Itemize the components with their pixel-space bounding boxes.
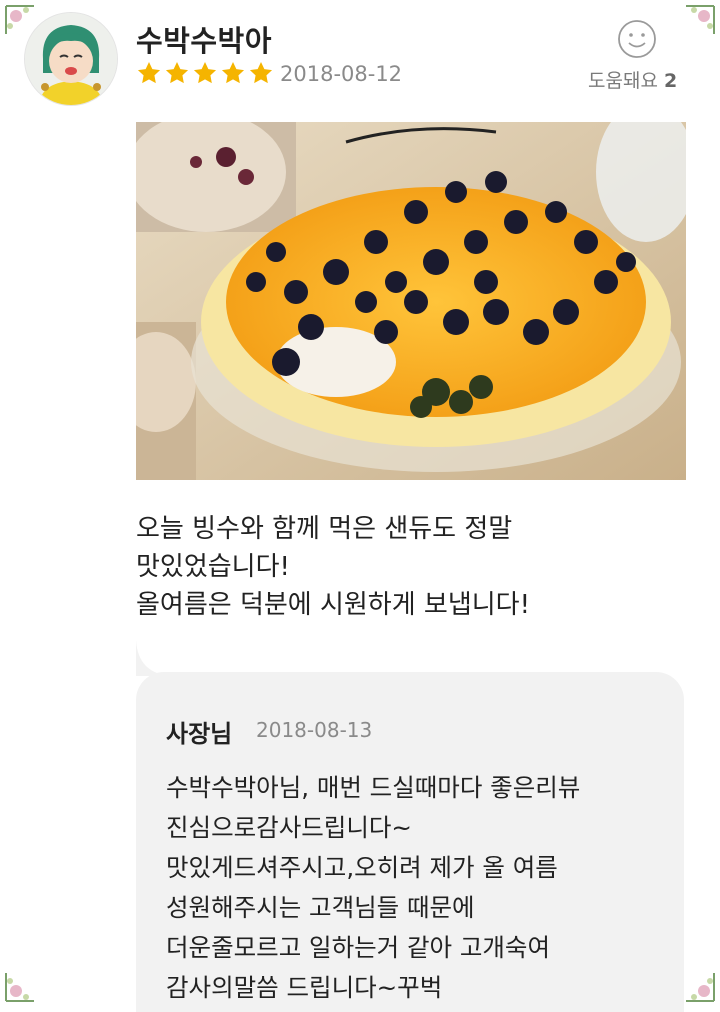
review-text: 오늘 빙수와 함께 먹은 샌듀도 정말 맛있었습니다! 올여름은 덕분에 시원하… — [136, 510, 696, 624]
flower-corner-icon — [680, 967, 716, 1003]
avatar-character-icon — [25, 13, 117, 105]
review-text-line: 올여름은 덕분에 시원하게 보냅니다! — [136, 590, 531, 620]
star-icon — [248, 60, 274, 86]
helpful-count: 2 — [663, 70, 678, 92]
reply-author: 사장님 — [166, 720, 233, 748]
reply-text-line: 진심으로감사드립니다~ — [166, 813, 412, 842]
star-icon — [164, 60, 190, 86]
reply-bubble-tail — [136, 640, 176, 676]
reply-text-line: 맛있게드셔주시고,오히려 제가 올 여름 — [166, 853, 558, 882]
smiley-icon[interactable] — [616, 18, 658, 60]
review-date: 2018-08-12 — [280, 62, 403, 86]
review-photo[interactable] — [136, 122, 686, 480]
star-icon — [192, 60, 218, 86]
reply-text-line: 성원해주시는 고객님들 때문에 — [166, 893, 475, 922]
star-icon — [136, 60, 162, 86]
reply-text-line: 더운줄모르고 일하는거 같아 고개숙여 — [166, 933, 551, 962]
flower-corner-icon — [680, 4, 716, 40]
avatar[interactable] — [24, 12, 118, 106]
review-text-line: 오늘 빙수와 함께 먹은 샌듀도 정말 — [136, 514, 513, 544]
reply-date: 2018-08-13 — [256, 718, 373, 742]
star-icon — [220, 60, 246, 86]
reply-text-line: 수박수박아님, 매번 드실때마다 좋은리뷰 — [166, 773, 581, 802]
reply-text: 수박수박아님, 매번 드실때마다 좋은리뷰 진심으로감사드립니다~ 맛있게드셔주… — [166, 768, 676, 1008]
helpful-button[interactable]: 도움돼요 2 — [588, 66, 677, 93]
flower-corner-icon — [4, 967, 40, 1003]
helpful-label: 도움돼요 — [588, 70, 658, 92]
rating-stars — [136, 60, 274, 86]
review-text-line: 맛있었습니다! — [136, 552, 290, 582]
reply-text-line: 감사의말씀 드립니다~꾸벅 — [166, 973, 443, 1002]
reviewer-name[interactable]: 수박수박아 — [136, 18, 272, 60]
